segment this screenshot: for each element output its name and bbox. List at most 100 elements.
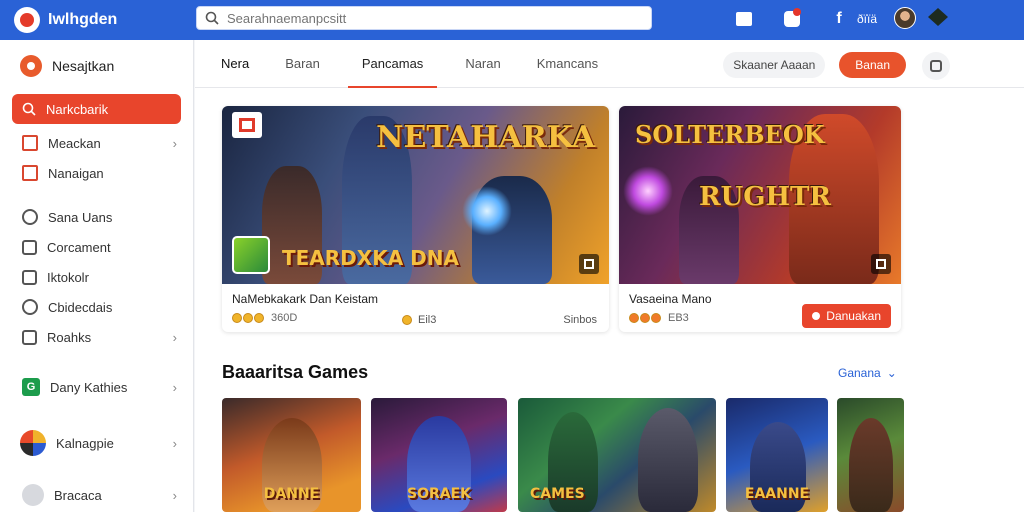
- app-icon: [232, 236, 270, 274]
- sidebar-item[interactable]: Nanaigan: [0, 158, 193, 188]
- sidebar-item-label: Kalnagpie: [56, 435, 114, 451]
- sidebar-item-label: Iktokolr: [47, 269, 89, 285]
- brand-icon: [20, 55, 42, 77]
- sidebar-item-label: Meackan: [48, 135, 101, 151]
- edit-icon: [22, 165, 38, 181]
- game-artwork: SOLTERBEOK RUGHTR: [619, 106, 901, 284]
- sidebar-item-label: Dany Kathies: [50, 379, 128, 395]
- magic-glow: [462, 186, 512, 236]
- sidebar-item-label: Corcament: [47, 239, 111, 255]
- primary-button[interactable]: Banan: [839, 52, 906, 78]
- main-content: Nera Baran Pancamas Naran Kmancans Skaan…: [195, 40, 1024, 512]
- menu-icon[interactable]: [922, 52, 950, 80]
- featured-card[interactable]: SOLTERBEOK RUGHTR Vasaeina Mano EB3 Danu…: [619, 106, 901, 332]
- app-name: Iwlhgden: [48, 11, 118, 28]
- sidebar-item[interactable]: Bracaca ›: [0, 480, 193, 510]
- download-button[interactable]: Danuakan: [802, 304, 891, 328]
- sidebar-item[interactable]: Roahks ›: [0, 322, 193, 352]
- chevron-right-icon: ›: [172, 487, 177, 503]
- coin-icon: [402, 315, 412, 325]
- chevron-down-icon: ⌄: [886, 366, 897, 380]
- sidebar-item-label: Nanaigan: [48, 165, 104, 181]
- game-app-icon: G: [22, 378, 40, 396]
- card-meta: NaMebkakark Dan Keistam 360D Eil3 Sinbos: [222, 284, 609, 332]
- thumbnail-title: CAMES: [530, 486, 585, 502]
- sidebar-active-label: Narkcbarik: [46, 101, 109, 117]
- ball-icon: [20, 430, 46, 456]
- sidebar-header[interactable]: Nesajtkan: [0, 40, 193, 92]
- artwork-title: SOLTERBEOK: [635, 120, 825, 149]
- coin-icons: [232, 313, 265, 323]
- card-meta: Vasaeina Mano EB3 Danuakan: [619, 284, 901, 332]
- chevron-right-icon: ›: [172, 135, 177, 151]
- sidebar-item[interactable]: G Dany Kathies ›: [0, 372, 193, 402]
- rating-value: EB3: [668, 312, 689, 324]
- sidebar-item-label: Bracaca: [54, 487, 102, 503]
- tab[interactable]: Kmancans: [519, 40, 616, 88]
- tab[interactable]: Baran: [267, 40, 338, 88]
- thumbnail-title: EAANNE: [744, 486, 810, 502]
- thumbnail-title: DANNE: [263, 486, 320, 502]
- sidebar-item[interactable]: Corcament: [0, 232, 193, 262]
- tab-active[interactable]: Pancamas: [338, 40, 447, 88]
- artwork-subtitle: RUGHTR: [699, 182, 832, 212]
- profile-icon: [22, 484, 44, 506]
- card-title: NaMebkakark Dan Keistam: [232, 292, 379, 306]
- search-icon: [205, 11, 219, 25]
- thumbnail-title: SORAEK: [406, 486, 471, 502]
- game-artwork: NETAHARKA TEARDXKA DNA: [222, 106, 609, 284]
- box-icon: [22, 135, 38, 151]
- sidebar-item[interactable]: Iktokolr: [0, 262, 193, 292]
- user-avatar[interactable]: [894, 7, 916, 29]
- chat-icon: [22, 299, 38, 315]
- heart-icon: [812, 312, 821, 320]
- artwork-subtitle: TEARDXKA DNA: [282, 246, 459, 270]
- tab-actions: Skaaner Aaaan Banan: [723, 52, 906, 78]
- sidebar-item-label: Cbidecdais: [48, 299, 113, 315]
- notification-icon[interactable]: [781, 8, 803, 30]
- game-thumbnail[interactable]: DANNE: [222, 398, 361, 512]
- game-logo-icon: [232, 112, 262, 138]
- section-title: Baaaritsa Games: [222, 362, 369, 382]
- sidebar-item-label: Roahks: [47, 329, 92, 345]
- sidebar-item-label: Sana Uans: [48, 209, 113, 225]
- chevron-right-icon: ›: [172, 329, 177, 345]
- sidebar: Nesajtkan Narkcbarik Meackan › Nanaigan …: [0, 40, 194, 512]
- fullscreen-icon[interactable]: [579, 254, 599, 274]
- sidebar-item-active[interactable]: Narkcbarik: [12, 94, 181, 124]
- game-thumbnail[interactable]: SORAEK: [371, 398, 507, 512]
- screen-icon[interactable]: [733, 8, 755, 30]
- status-text: Sinbos: [563, 314, 597, 326]
- secondary-button[interactable]: Skaaner Aaaan: [723, 52, 826, 78]
- section-more-link[interactable]: Ganana ⌄: [838, 366, 897, 380]
- chevron-right-icon: ›: [172, 435, 177, 451]
- facebook-icon[interactable]: f: [828, 8, 850, 30]
- chevron-right-icon: ›: [172, 379, 177, 395]
- featured-card[interactable]: NETAHARKA TEARDXKA DNA NaMebkakark Dan K…: [222, 106, 609, 332]
- magic-glow: [623, 166, 673, 216]
- fullscreen-icon[interactable]: [871, 254, 891, 274]
- app-logo[interactable]: Iwlhgden: [14, 7, 194, 33]
- sidebar-item[interactable]: Sana Uans: [0, 202, 193, 232]
- list-icon: [22, 329, 37, 345]
- sidebar-item[interactable]: Meackan ›: [0, 128, 193, 158]
- document-icon: [22, 239, 37, 255]
- tab[interactable]: Naran: [447, 40, 518, 88]
- search-bar[interactable]: [196, 6, 652, 30]
- rating-value: 360D: [271, 312, 298, 324]
- sidebar-item[interactable]: Cbidecdais: [0, 292, 193, 322]
- hero-figure: [849, 418, 893, 512]
- search-icon: [22, 209, 38, 225]
- search-icon: [22, 102, 36, 116]
- notification-dot: [793, 8, 801, 16]
- coin-icons: [629, 313, 662, 323]
- tab[interactable]: Nera: [195, 40, 267, 88]
- sidebar-header-label: Nesajtkan: [52, 58, 115, 74]
- game-thumbnail[interactable]: CAMES: [518, 398, 716, 512]
- sidebar-item[interactable]: Kalnagpie ›: [0, 428, 193, 458]
- gift-icon: [22, 269, 37, 285]
- search-input[interactable]: [227, 10, 627, 26]
- game-thumbnail[interactable]: [837, 398, 904, 512]
- game-thumbnail[interactable]: EAANNE: [726, 398, 828, 512]
- share-icon[interactable]: ðïïä: [855, 8, 879, 30]
